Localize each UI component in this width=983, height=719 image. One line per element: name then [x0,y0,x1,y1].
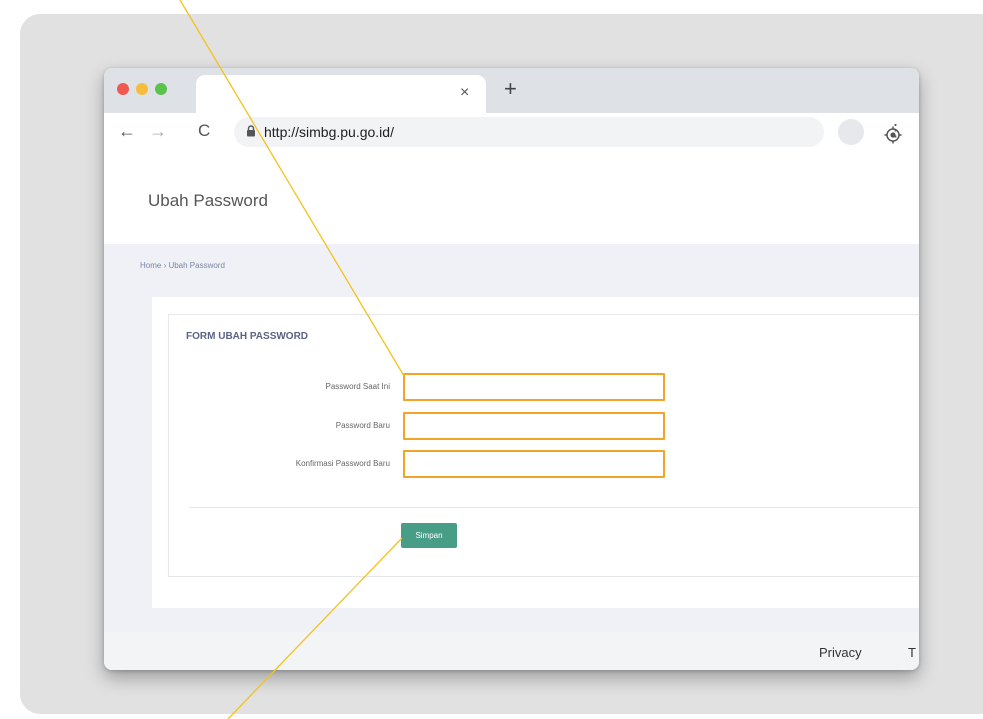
confirm-password-input[interactable] [403,450,665,478]
forward-arrow-icon[interactable]: → [149,119,167,143]
browser-window: × + ← → C http://simbg.pu.go.id/ ☆ ⋮ [104,68,919,670]
page-footer: Privacy T [104,632,919,670]
current-password-input[interactable] [403,373,665,401]
page-content: Home › Ubah Password FORM UBAH PASSWORD … [104,244,919,632]
save-button[interactable]: Simpan [401,523,457,548]
page-title: Ubah Password [148,191,269,210]
form-card: FORM UBAH PASSWORD Password Saat Ini Pas… [152,297,919,608]
minimize-window-dot[interactable] [136,83,148,95]
breadcrumb[interactable]: Home › Ubah Password [140,261,225,270]
page-header: Ubah Password [104,151,919,244]
close-window-dot[interactable] [117,83,129,95]
form-panel: FORM UBAH PASSWORD Password Saat Ini Pas… [168,314,919,577]
current-password-label: Password Saat Ini [325,382,390,391]
more-menu-icon[interactable]: ⋮ [887,120,904,142]
address-bar[interactable]: http://simbg.pu.go.id/ ☆ [234,117,902,147]
terms-link-truncated[interactable]: T [908,645,916,660]
form-divider [189,507,919,508]
back-arrow-icon[interactable]: ← [118,119,136,143]
maximize-window-dot[interactable] [155,83,167,95]
profile-avatar[interactable] [838,119,864,145]
new-password-label: Password Baru [335,421,390,430]
url-text[interactable]: http://simbg.pu.go.id/ [264,124,394,140]
tab-close-icon[interactable]: × [460,83,469,103]
lock-icon [247,125,255,137]
form-title: FORM UBAH PASSWORD [186,331,309,342]
privacy-link[interactable]: Privacy [819,645,862,660]
new-password-input[interactable] [403,412,665,440]
tab-bar: × + [104,68,919,113]
reload-icon[interactable]: C [198,119,210,143]
browser-tab[interactable]: × [196,75,486,113]
new-tab-icon[interactable]: + [504,78,517,100]
browser-toolbar: ← → C http://simbg.pu.go.id/ ☆ ⋮ [104,113,919,151]
confirm-password-label: Konfirmasi Password Baru [295,459,390,468]
